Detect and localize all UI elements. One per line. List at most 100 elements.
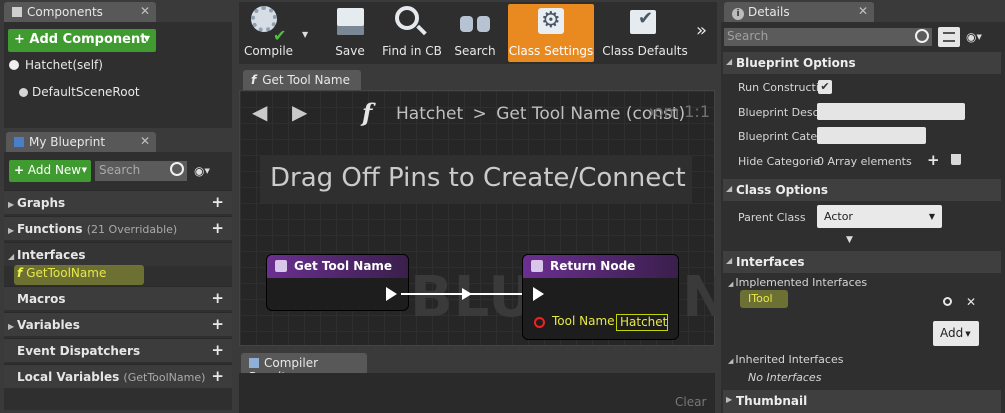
close-icon[interactable]: ✕	[858, 4, 868, 18]
details-visibility-eye-icon[interactable]: ◉▼	[966, 30, 982, 44]
trash-icon[interactable]	[951, 154, 961, 165]
compile-options-dropdown[interactable]: ▼	[300, 4, 314, 62]
section-interfaces[interactable]: ◢ Interfaces	[4, 242, 232, 266]
tool-name-value-field[interactable]: Hatchet	[616, 314, 668, 331]
prop-text: Inherited Interfaces	[735, 353, 844, 366]
pin-label-text: Tool Name	[552, 314, 615, 328]
graph-hint: Drag Off Pins to Create/Connect	[260, 155, 692, 203]
function-entry-node[interactable]: Get Tool Name	[266, 254, 409, 311]
section-variables[interactable]: ▶ Variables +	[4, 312, 232, 336]
add-new-button[interactable]: + Add New ▼	[9, 160, 91, 182]
section-functions[interactable]: ▶ Functions (21 Overridable) +	[4, 216, 232, 240]
graph-nav-back-icon[interactable]: ◀	[252, 100, 267, 124]
remove-interface-icon[interactable]: ✕	[966, 295, 976, 309]
add-function-icon[interactable]: +	[211, 221, 224, 236]
section-label: Event Dispatchers	[17, 344, 141, 358]
class-settings-button[interactable]: ⚙ Class Settings	[508, 4, 594, 62]
my-blueprint-tab-label: My Blueprint	[29, 135, 106, 149]
clear-button[interactable]: Clear	[675, 395, 706, 409]
run-construction-checkbox[interactable]: ✔	[818, 80, 832, 94]
class-defaults-button[interactable]: ✔ Class Defaults	[602, 4, 688, 62]
overflow-label: »	[696, 20, 708, 41]
find-in-cb-button[interactable]: Find in CB	[378, 4, 446, 62]
save-button[interactable]: Save	[328, 4, 372, 62]
components-tab-label: Components	[27, 5, 103, 19]
prop-text: Implemented Interfaces	[735, 276, 868, 289]
tool-name-pin[interactable]	[534, 317, 545, 328]
section-thumbnail[interactable]: ▶ Thumbnail	[723, 390, 1001, 413]
collapse-arrow-icon: ◢	[726, 57, 733, 66]
add-element-icon[interactable]: +	[927, 151, 940, 169]
gear-icon: ⚙	[541, 8, 561, 33]
collapse-arrow-icon: ◢	[728, 280, 734, 288]
check-icon: ✔	[638, 8, 654, 29]
inherited-interfaces-label: ◢ Inherited Interfaces	[728, 353, 843, 366]
prop-text: Hide Categorie	[738, 155, 821, 168]
search-button[interactable]: Search	[452, 4, 498, 62]
close-icon[interactable]: ✕	[140, 4, 150, 18]
section-blueprint-options[interactable]: ◢ Blueprint Options	[723, 52, 1001, 74]
chevron-down-icon: ▼	[143, 34, 150, 43]
components-tab[interactable]: Components ✕	[4, 2, 156, 22]
prop-text: Blueprint Desc	[738, 106, 819, 119]
section-local-variables[interactable]: Local Variables (GetToolName) +	[4, 364, 232, 388]
add-graph-icon[interactable]: +	[211, 195, 224, 210]
my-blueprint-tab[interactable]: My Blueprint ✕	[6, 132, 156, 152]
add-component-button[interactable]: + Add Component ▼	[8, 29, 156, 52]
breadcrumb-root[interactable]: Hatchet	[396, 104, 463, 124]
zoom-level: Zoom 1:1	[650, 102, 710, 121]
compile-button[interactable]: ✔ Compile	[241, 4, 296, 62]
tool-name-pin-label: Tool Name	[552, 314, 615, 328]
prop-text: Parent Class	[738, 211, 806, 224]
graph-tab[interactable]: f Get Tool Name	[243, 70, 361, 90]
graph-tab-label: Get Tool Name	[262, 73, 350, 87]
return-node-header: Return Node	[523, 255, 678, 278]
toolbar-overflow-button[interactable]: »	[692, 4, 714, 62]
details-tab[interactable]: i Details ✕	[724, 2, 874, 22]
collapse-arrow-icon: ◢	[8, 252, 15, 261]
parent-class-dropdown[interactable]: Actor ▼	[817, 205, 942, 228]
search-label: Search	[454, 44, 496, 58]
section-macros[interactable]: Macros +	[4, 286, 232, 310]
property-matrix-button[interactable]	[938, 27, 960, 47]
section-interfaces[interactable]: ◢ Interfaces	[723, 251, 1001, 273]
itool-interface-item[interactable]: ITool	[748, 292, 773, 305]
prop-text: 0 Array elements	[817, 155, 912, 168]
add-local-variable-icon[interactable]: +	[211, 369, 224, 384]
section-label: Variables	[17, 318, 80, 332]
section-class-options[interactable]: ◢ Class Options	[723, 179, 1001, 201]
component-item-root[interactable]: DefaultSceneRoot	[19, 85, 219, 103]
add-variable-icon[interactable]: +	[211, 317, 224, 332]
details-search-input[interactable]: Search	[724, 28, 932, 46]
dropdown-value: Actor	[824, 210, 853, 223]
magnifier-handle	[416, 24, 427, 36]
compiler-results-panel	[239, 373, 715, 413]
expand-arrow-icon: ▶	[726, 395, 733, 404]
blueprint-description-field[interactable]	[817, 103, 965, 120]
collapse-arrow-icon: ◢	[726, 256, 733, 265]
section-label: Class Options	[736, 183, 829, 197]
add-dispatcher-icon[interactable]: +	[211, 343, 224, 358]
expand-arrow-icon: ▶	[8, 226, 15, 235]
visibility-eye-icon[interactable]: ◉▼	[194, 164, 216, 178]
search-icon[interactable]	[915, 29, 929, 43]
search-icon[interactable]	[170, 162, 184, 176]
close-icon[interactable]: ✕	[140, 134, 150, 148]
compiler-results-tab[interactable]: Compiler Results	[241, 353, 367, 384]
browse-interface-icon[interactable]	[943, 297, 952, 306]
section-label: Interfaces	[17, 248, 86, 262]
section-event-dispatchers[interactable]: Event Dispatchers +	[4, 338, 232, 362]
exec-in-pin[interactable]	[533, 287, 544, 301]
section-graphs[interactable]: ▶ Graphs +	[4, 190, 232, 214]
blueprint-category-field[interactable]	[817, 127, 926, 144]
add-macro-icon[interactable]: +	[211, 291, 224, 306]
add-interface-button[interactable]: Add ▼	[933, 321, 979, 346]
collapse-arrow-icon: ◢	[726, 184, 733, 193]
graph-nav-forward-icon[interactable]: ▶	[292, 100, 307, 124]
my-blueprint-search-input[interactable]: Search	[95, 161, 187, 181]
collapse-arrow-icon: ◢	[728, 357, 734, 365]
exec-out-pin[interactable]	[386, 287, 397, 301]
component-item-self[interactable]: Hatchet(self)	[9, 58, 229, 76]
no-interfaces-label: No Interfaces	[748, 371, 821, 384]
expand-advanced-icon[interactable]: ▼	[846, 235, 853, 245]
